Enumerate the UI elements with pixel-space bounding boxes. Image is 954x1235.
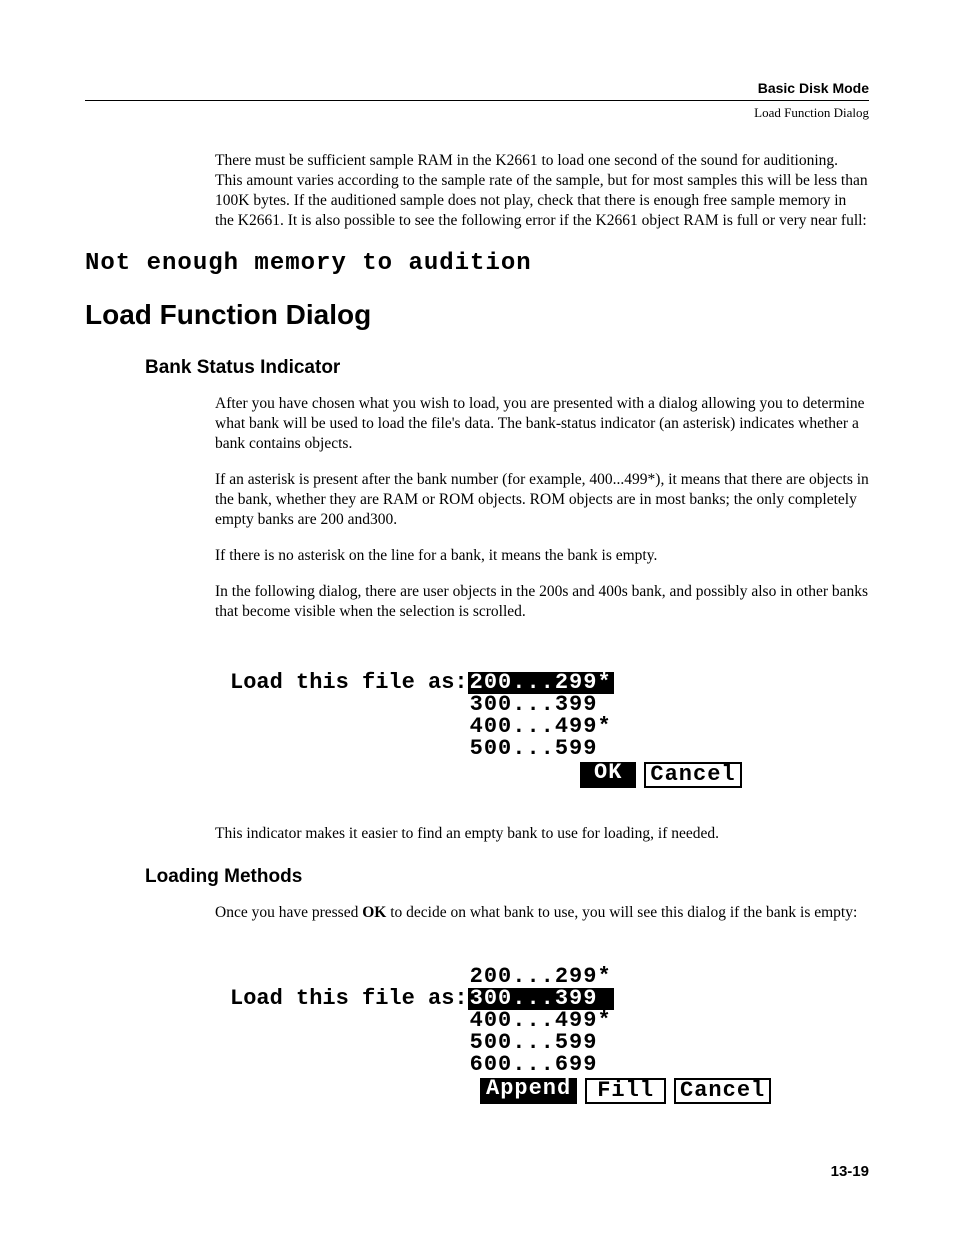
h1-load-function-dialog: Load Function Dialog xyxy=(85,299,869,331)
bank-item[interactable]: 300...399 xyxy=(468,694,614,716)
dialog2-bank-list[interactable]: 200...299* 300...399 400...499* 500...59… xyxy=(468,966,614,1076)
header-subsection: Load Function Dialog xyxy=(85,105,869,121)
page: Basic Disk Mode Load Function Dialog The… xyxy=(0,0,954,1235)
bank-p3: If there is no asterisk on the line for … xyxy=(215,546,869,566)
text: to decide on what bank to use, you will … xyxy=(386,904,857,921)
bank-item[interactable]: 500...599 xyxy=(468,738,614,760)
bank-p5: This indicator makes it easier to find a… xyxy=(215,824,869,844)
bank-item[interactable]: 500...599 xyxy=(468,1032,614,1054)
header-bar: Basic Disk Mode xyxy=(85,80,869,101)
cancel-button[interactable]: Cancel xyxy=(674,1078,771,1104)
append-button[interactable]: Append xyxy=(480,1078,577,1104)
ok-button[interactable]: OK xyxy=(580,762,636,788)
bank-item[interactable]: 400...499* xyxy=(468,1010,614,1032)
intro-paragraph: There must be sufficient sample RAM in t… xyxy=(215,151,869,232)
bank-item[interactable]: 200...299* xyxy=(468,966,614,988)
dialog1-bank-list[interactable]: 200...299* 300...399 400...499* 500...59… xyxy=(468,672,614,760)
bank-item[interactable]: 300...399 xyxy=(468,988,614,1010)
page-number: 13-19 xyxy=(831,1163,869,1180)
h2-loading-methods: Loading Methods xyxy=(145,866,869,888)
text: Once you have pressed xyxy=(215,904,362,921)
dialog2-buttons: Append Fill Cancel xyxy=(480,1078,869,1104)
load-dialog-2: Load this file as: 200...299* 300...399 … xyxy=(230,966,869,1104)
bank-item[interactable]: 600...699 xyxy=(468,1054,614,1076)
error-message: Not enough memory to audition xyxy=(85,250,869,277)
h2-bank-status-indicator: Bank Status Indicator xyxy=(145,357,869,379)
header-section: Basic Disk Mode xyxy=(758,80,869,96)
bank-p4: In the following dialog, there are user … xyxy=(215,582,869,622)
fill-button[interactable]: Fill xyxy=(585,1078,666,1104)
dialog2-prompt: Load this file as: xyxy=(230,988,468,1010)
ok-bold: OK xyxy=(362,904,386,921)
dialog1-prompt: Load this file as: xyxy=(230,672,468,760)
cancel-button[interactable]: Cancel xyxy=(644,762,741,788)
loading-p1: Once you have pressed OK to decide on wh… xyxy=(215,903,869,923)
bank-item[interactable]: 200...299* xyxy=(468,672,614,694)
bank-p1: After you have chosen what you wish to l… xyxy=(215,394,869,454)
bank-p2: If an asterisk is present after the bank… xyxy=(215,470,869,530)
bank-item[interactable]: 400...499* xyxy=(468,716,614,738)
load-dialog-1: Load this file as: 200...299* 300...399 … xyxy=(230,672,869,788)
dialog1-buttons: OK Cancel xyxy=(580,762,869,788)
